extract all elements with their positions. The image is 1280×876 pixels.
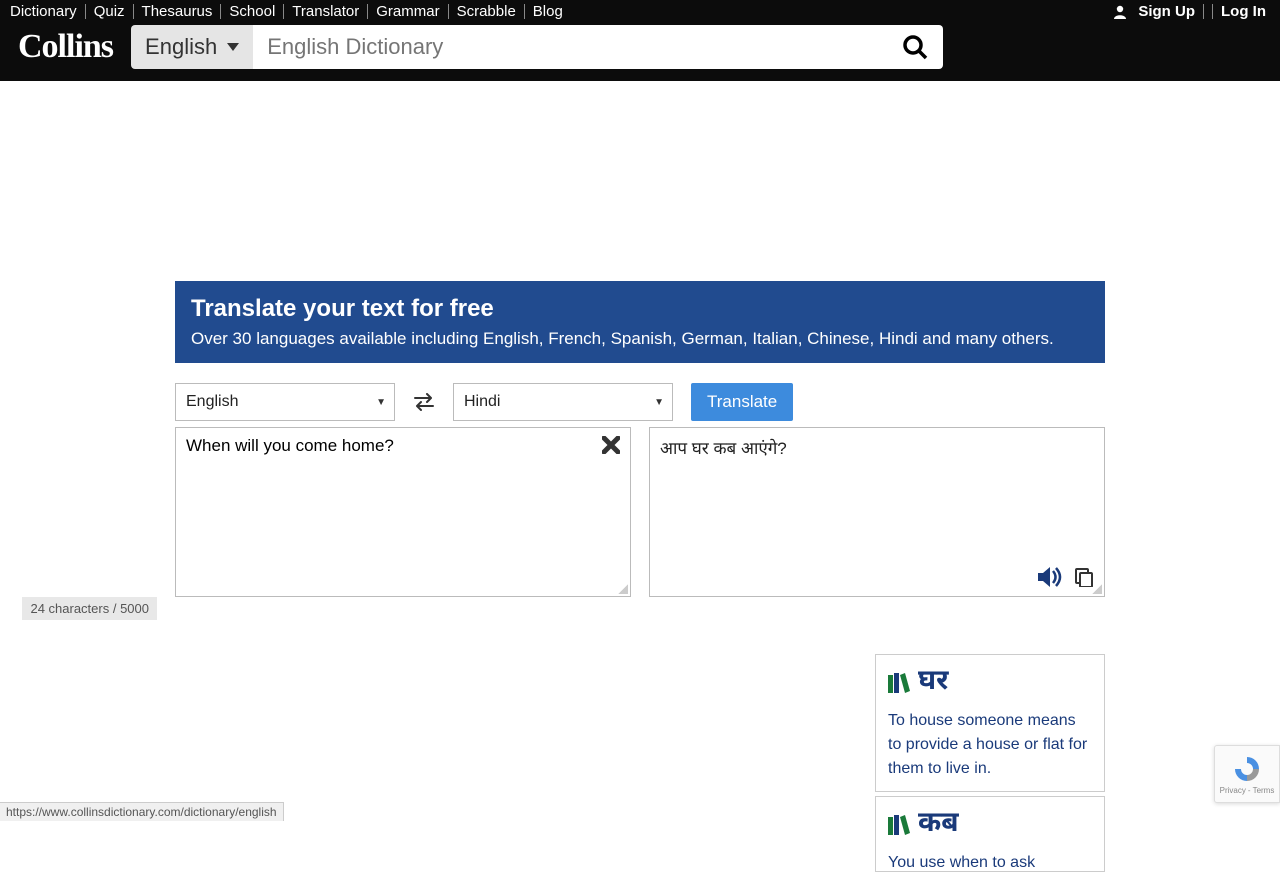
caret-down-icon xyxy=(227,43,239,51)
auth-links: Sign Up Log In xyxy=(1106,4,1270,19)
login-link[interactable]: Log In xyxy=(1213,4,1266,19)
close-icon xyxy=(602,436,620,454)
output-actions xyxy=(1038,566,1094,588)
logo[interactable]: Collins xyxy=(18,28,113,66)
signup-link[interactable]: Sign Up xyxy=(1106,4,1213,19)
definition-word: घर xyxy=(918,665,949,701)
header: Collins English xyxy=(0,25,1280,81)
caret-down-icon: ▼ xyxy=(654,397,664,408)
translator-panes: आप घर कब आएंगे? xyxy=(175,427,1105,597)
to-language-label: Hindi xyxy=(464,393,500,411)
to-language-select[interactable]: Hindi ▼ xyxy=(453,383,673,421)
nav-translator[interactable]: Translator xyxy=(284,4,368,19)
swap-languages-button[interactable] xyxy=(413,393,435,411)
from-language-select[interactable]: English ▼ xyxy=(175,383,395,421)
definition-text: You use when to ask xyxy=(888,851,1092,871)
resize-handle[interactable] xyxy=(618,584,628,594)
definition-word: कब xyxy=(918,807,959,843)
banner-title: Translate your text for free xyxy=(191,295,1089,323)
language-selector[interactable]: English xyxy=(131,25,253,69)
nav-thesaurus[interactable]: Thesaurus xyxy=(134,4,222,19)
main-content: Translate your text for free Over 30 lan… xyxy=(175,81,1105,872)
recaptcha-badge[interactable]: Privacy - Terms xyxy=(1214,745,1280,803)
definition-text: To house someone means to provide a hous… xyxy=(888,709,1092,781)
search-input[interactable] xyxy=(253,34,887,60)
caret-down-icon: ▼ xyxy=(376,397,386,408)
input-textarea[interactable] xyxy=(186,436,620,588)
copy-button[interactable] xyxy=(1074,567,1094,587)
books-icon xyxy=(888,673,910,693)
language-selector-label: English xyxy=(145,34,217,60)
definitions-sidebar: घर To house someone means to provide a h… xyxy=(875,654,1105,872)
translate-button[interactable]: Translate xyxy=(691,383,793,421)
search-icon xyxy=(901,33,929,61)
from-language-label: English xyxy=(186,393,238,411)
definition-card[interactable]: कब You use when to ask xyxy=(875,796,1105,872)
swap-icon xyxy=(413,393,435,411)
translator-banner: Translate your text for free Over 30 lan… xyxy=(175,281,1105,363)
nav-links: Dictionary Quiz Thesaurus School Transla… xyxy=(10,4,571,19)
speaker-icon xyxy=(1038,566,1064,588)
character-count: 24 characters / 5000 xyxy=(22,597,157,620)
definition-card[interactable]: घर To house someone means to provide a h… xyxy=(875,654,1105,792)
speak-button[interactable] xyxy=(1038,566,1064,588)
search-group: English xyxy=(131,25,943,69)
recaptcha-privacy[interactable]: Privacy xyxy=(1220,786,1246,795)
search-button[interactable] xyxy=(887,33,943,61)
books-icon xyxy=(888,815,910,835)
output-text: आप घर कब आएंगे? xyxy=(660,436,1094,459)
translator-controls: English ▼ Hindi ▼ Translate xyxy=(175,383,1105,421)
recaptcha-icon xyxy=(1232,754,1262,784)
output-pane: आप घर कब आएंगे? xyxy=(649,427,1105,597)
top-bar: Dictionary Quiz Thesaurus School Transla… xyxy=(0,0,1280,25)
clear-input-button[interactable] xyxy=(602,436,620,454)
copy-icon xyxy=(1074,567,1094,587)
status-bar-url: https://www.collinsdictionary.com/dictio… xyxy=(0,802,284,821)
banner-subtitle: Over 30 languages available including En… xyxy=(191,329,1089,349)
nav-dictionary[interactable]: Dictionary xyxy=(10,4,86,19)
user-icon xyxy=(1114,5,1126,19)
nav-school[interactable]: School xyxy=(221,4,284,19)
nav-quiz[interactable]: Quiz xyxy=(86,4,134,19)
resize-handle[interactable] xyxy=(1092,584,1102,594)
input-pane xyxy=(175,427,631,597)
recaptcha-terms[interactable]: Terms xyxy=(1253,786,1275,795)
nav-scrabble[interactable]: Scrabble xyxy=(449,4,525,19)
search-box xyxy=(253,25,943,69)
nav-blog[interactable]: Blog xyxy=(525,4,571,19)
nav-grammar[interactable]: Grammar xyxy=(368,4,448,19)
